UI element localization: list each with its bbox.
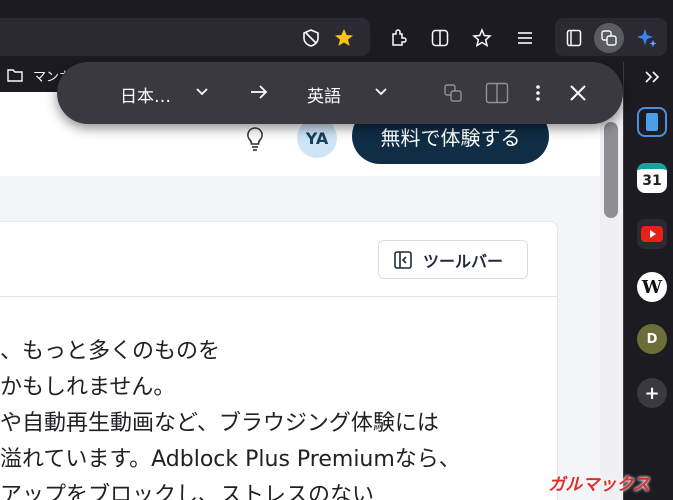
scrollbar-thumb[interactable] — [604, 122, 618, 218]
body-text-line: かもしれません。 — [0, 375, 176, 400]
body-text-line: 、もっと多くのものを — [0, 339, 221, 364]
sparkle-icon[interactable] — [634, 25, 660, 51]
side-by-side-icon[interactable] — [484, 80, 510, 106]
youtube-icon[interactable] — [637, 219, 667, 249]
close-icon[interactable] — [564, 79, 592, 107]
profile-d-icon[interactable]: D — [637, 324, 667, 354]
add-icon[interactable]: + — [637, 378, 667, 408]
sidebar-toggle-icon[interactable] — [428, 26, 452, 50]
extensions-icon[interactable] — [386, 26, 410, 50]
calendar-day: 31 — [642, 173, 662, 189]
body-text-line: アップをブロックし、ストレスのない — [0, 483, 375, 500]
calendar-icon[interactable]: 31 — [637, 163, 667, 193]
body-text-line: や自動再生動画など、ブラウジング体験には — [0, 411, 439, 436]
card-divider — [0, 296, 558, 297]
folder-icon — [6, 67, 24, 83]
source-language-select[interactable]: 日本… — [120, 82, 171, 107]
toolbar-button[interactable]: ツールバー — [378, 240, 528, 279]
lightbulb-icon[interactable] — [242, 124, 268, 154]
translate-icon[interactable] — [594, 23, 624, 53]
body-text-line: 溢れています。Adblock Plus Premiumなら、 — [0, 447, 461, 472]
wikipedia-icon[interactable]: W — [637, 272, 667, 302]
favorites-icon[interactable] — [470, 26, 494, 50]
shield-icon[interactable] — [300, 27, 322, 49]
chevron-down-icon[interactable] — [192, 82, 212, 102]
watermark-logo: ガルマックス — [548, 474, 650, 495]
target-language-select[interactable]: 英語 — [307, 82, 341, 107]
profile-initial: D — [646, 331, 658, 347]
more-options-icon[interactable] — [528, 80, 548, 106]
sidebar-expand-icon[interactable] — [640, 66, 664, 88]
toolbar-button-label: ツールバー — [423, 251, 504, 271]
arrow-right-icon — [247, 80, 271, 104]
translate-page-icon[interactable] — [440, 80, 466, 106]
bookmark-star-icon[interactable] — [332, 26, 356, 50]
sidebar-collapse-icon — [393, 250, 413, 270]
menu-icon[interactable] — [513, 26, 537, 50]
phone-icon[interactable] — [637, 107, 667, 137]
avatar[interactable]: YA — [297, 118, 337, 158]
reader-view-icon[interactable] — [562, 26, 586, 50]
chevron-down-icon[interactable] — [371, 82, 391, 102]
